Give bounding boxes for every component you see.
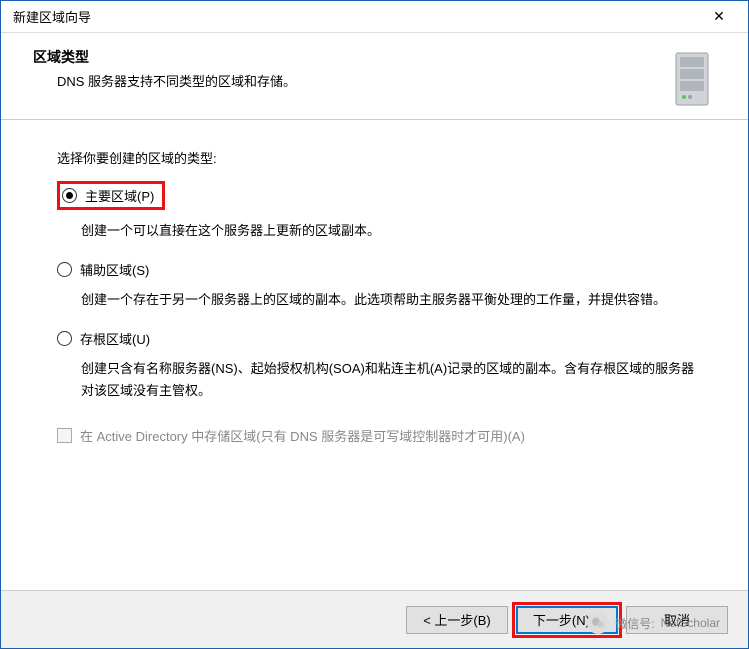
option-primary-desc: 创建一个可以直接在这个服务器上更新的区域副本。 (57, 220, 700, 242)
close-icon[interactable]: ✕ (698, 3, 740, 31)
prompt-label: 选择你要创建的区域的类型: (57, 148, 700, 167)
header-text: 区域类型 DNS 服务器支持不同类型的区域和存储。 (25, 47, 644, 111)
radio-icon (57, 262, 72, 277)
header-subtitle: DNS 服务器支持不同类型的区域和存储。 (25, 71, 644, 90)
radio-primary-label: 主要区域(P) (85, 186, 154, 205)
header-title: 区域类型 (25, 47, 644, 67)
button-bar: < 上一步(B) 下一步(N) > 取消 微信号: NetScholar (1, 590, 748, 648)
ad-checkbox (57, 428, 72, 443)
wizard-dialog: 新建区域向导 ✕ 区域类型 DNS 服务器支持不同类型的区域和存储。 选择你要创… (0, 0, 749, 649)
ad-checkbox-label: 在 Active Directory 中存储区域(只有 DNS 服务器是可写域控… (80, 426, 525, 445)
titlebar: 新建区域向导 ✕ (1, 1, 748, 33)
option-stub-desc: 创建只含有名称服务器(NS)、起始授权机构(SOA)和粘连主机(A)记录的区域的… (57, 358, 700, 402)
radio-icon (57, 331, 72, 346)
radio-primary[interactable]: 主要区域(P) (57, 181, 165, 210)
radio-icon (62, 188, 77, 203)
radio-stub[interactable]: 存根区域(U) (57, 327, 700, 350)
back-button[interactable]: < 上一步(B) (406, 606, 508, 634)
radio-secondary[interactable]: 辅助区域(S) (57, 258, 700, 281)
wizard-header: 区域类型 DNS 服务器支持不同类型的区域和存储。 (1, 33, 748, 120)
server-icon (660, 47, 724, 111)
radio-secondary-label: 辅助区域(S) (80, 260, 149, 279)
next-button[interactable]: 下一步(N) > (516, 606, 618, 634)
option-secondary-desc: 创建一个存在于另一个服务器上的区域的副本。此选项帮助主服务器平衡处理的工作量，并… (57, 289, 700, 311)
option-secondary: 辅助区域(S) 创建一个存在于另一个服务器上的区域的副本。此选项帮助主服务器平衡… (57, 258, 700, 311)
content-area: 选择你要创建的区域的类型: 主要区域(P) 创建一个可以直接在这个服务器上更新的… (1, 120, 748, 457)
option-stub: 存根区域(U) 创建只含有名称服务器(NS)、起始授权机构(SOA)和粘连主机(… (57, 327, 700, 402)
option-primary: 主要区域(P) 创建一个可以直接在这个服务器上更新的区域副本。 (57, 181, 700, 242)
radio-stub-label: 存根区域(U) (80, 329, 150, 348)
cancel-button[interactable]: 取消 (626, 606, 728, 634)
ad-checkbox-row: 在 Active Directory 中存储区域(只有 DNS 服务器是可写域控… (57, 426, 700, 445)
window-title: 新建区域向导 (13, 7, 91, 26)
